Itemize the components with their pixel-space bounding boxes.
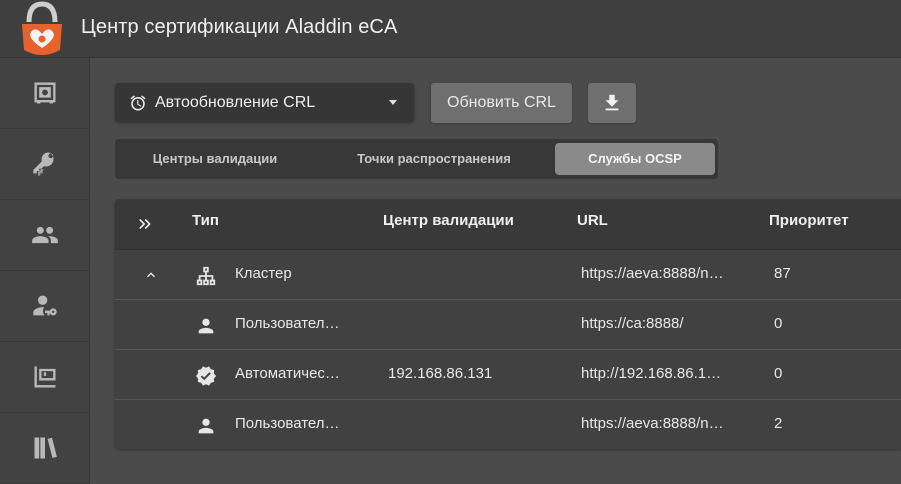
table-row[interactable]: Кластер https://aeva:8888/n… 87 [115,250,901,300]
main-content: Автообновление CRL Обновить CRL Центры в… [91,58,901,484]
cell-type: Пользовател… [235,315,340,332]
table-row[interactable]: Автоматичес… 192.168.86.131 http://192.1… [115,350,901,400]
refresh-crl-button[interactable]: Обновить CRL [431,83,572,123]
sidebar-item-library[interactable] [0,413,89,484]
tab-distribution-points[interactable]: Точки распространения [324,143,544,175]
cell-priority: 2 [774,415,783,432]
safe-icon [34,82,55,104]
column-header-url[interactable]: URL [577,212,608,229]
sidebar [0,58,90,484]
sidebar-item-user-keys[interactable] [0,271,89,342]
verified-icon [195,365,217,387]
users-icon [31,226,58,244]
chevron-up-icon[interactable] [143,267,159,283]
user-key-icon [32,295,57,316]
download-button[interactable] [588,83,636,123]
top-bar: Центр сертификации Aladdin eCA [0,0,901,58]
cell-url: http://192.168.86.1… [581,365,722,382]
cell-validation-center: 192.168.86.131 [388,365,493,382]
cell-url: https://aeva:8888/n… [581,265,724,282]
presentation-icon [34,366,55,388]
user-icon [195,315,217,337]
cell-url: https://aeva:8888/n… [581,415,724,432]
cell-type: Автоматичес… [235,365,340,382]
table-row[interactable]: Пользовател… https://aeva:8888/n… 2 [115,400,901,449]
auto-update-crl-select[interactable]: Автообновление CRL [115,83,414,122]
table-header: Тип Центр валидации URL Приоритет [115,199,901,250]
column-header-type[interactable]: Тип [192,212,219,229]
cell-url: https://ca:8888/ [581,315,684,332]
sidebar-item-users[interactable] [0,200,89,271]
sidebar-item-safe[interactable] [0,58,89,129]
app-title: Центр сертификации Aladdin eCA [81,16,398,38]
cell-priority: 87 [774,265,791,282]
sidebar-item-keys[interactable] [0,129,89,200]
cell-priority: 0 [774,365,783,382]
aladdin-logo[interactable] [14,0,70,58]
tab-ocsp-services[interactable]: Службы OCSP [555,143,715,175]
table-row[interactable]: Пользовател… https://ca:8888/ 0 [115,300,901,350]
alarm-clock-icon [130,94,146,110]
cell-type: Пользовател… [235,415,340,432]
cell-priority: 0 [774,315,783,332]
ocsp-table: Тип Центр валидации URL Приоритет Класте… [115,199,901,449]
column-header-validation-center[interactable]: Центр валидации [383,212,514,229]
cell-type: Кластер [235,265,292,282]
library-icon [34,437,57,459]
sidebar-item-presentation[interactable] [0,342,89,413]
double-chevron-right-icon[interactable] [135,214,155,234]
chevron-down-icon [389,100,397,105]
column-header-priority[interactable]: Приоритет [769,212,849,229]
user-icon [195,415,217,437]
download-icon [605,94,619,111]
select-label: Автообновление CRL [155,93,316,111]
cluster-icon [195,265,217,287]
keys-icon [32,152,54,176]
tab-bar: Центры валидации Точки распространения С… [115,139,718,179]
tab-validation-centers[interactable]: Центры валидации [115,143,315,175]
